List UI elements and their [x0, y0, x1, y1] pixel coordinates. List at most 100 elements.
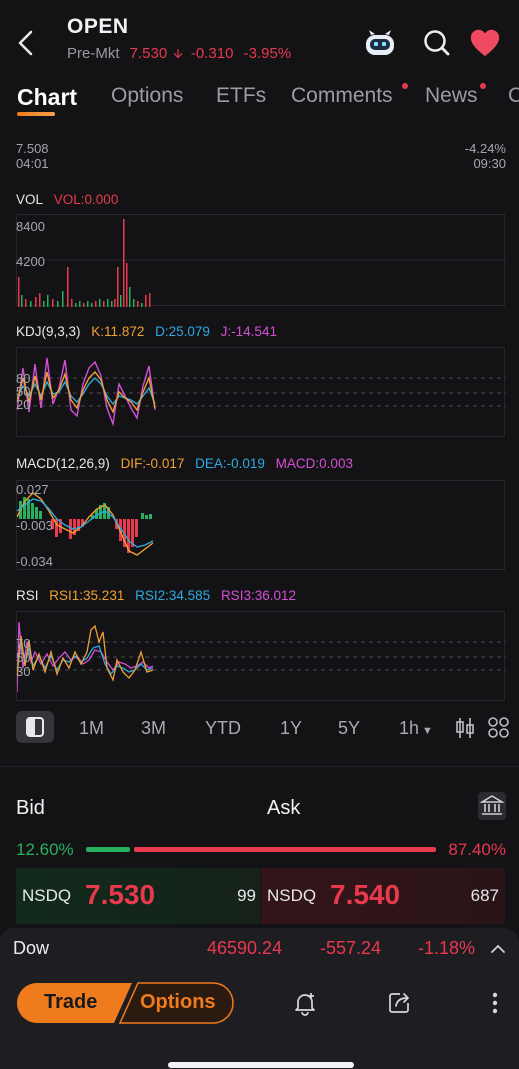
detail-tabs: Chart Options ETFs Comments News C [0, 84, 519, 120]
price-low-value: 7.508 [16, 141, 49, 156]
range-1m[interactable]: 1M [79, 718, 104, 739]
quote-header: OPEN Pre-Mkt 7.530 🡫 -0.310 -3.95% [0, 0, 519, 80]
macd-label: MACD(12,26,9) [16, 456, 110, 471]
bid-size: 99 [237, 886, 256, 905]
down-arrow-icon: 🡫 [173, 46, 183, 61]
ask-exchange: NSDQ [267, 886, 317, 905]
rsi-tick-50: 50 [16, 650, 31, 665]
price-low-pct: -4.24% [464, 141, 506, 156]
rsi-label: RSI [16, 588, 39, 603]
bid-ask-ratio: 12.60% 87.40% [0, 838, 519, 862]
macd-tick-high: 0.027 [16, 482, 49, 497]
range-1h-label: 1h [399, 718, 420, 738]
kdj-d-value: D:25.079 [155, 324, 210, 339]
premarket-price: 7.530 [129, 45, 168, 62]
tab-options[interactable]: Options [111, 84, 183, 108]
back-arrow-icon[interactable] [14, 28, 38, 58]
index-value: 46590.24 [207, 938, 283, 958]
bid-bar [86, 847, 130, 852]
volume-label: VOL [16, 192, 44, 207]
tab-etfs[interactable]: ETFs [216, 84, 266, 108]
tab-more[interactable]: C [508, 84, 519, 108]
trade-button[interactable]: Trade [44, 991, 97, 1014]
more-options-icon[interactable] [486, 990, 504, 1016]
ask-size: 687 [470, 886, 499, 905]
home-indicator [168, 1062, 354, 1068]
premarket-change-pct: -3.95% [243, 45, 292, 62]
ask-pct: 87.40% [448, 840, 506, 859]
macd-macd-value: MACD:0.003 [275, 456, 353, 471]
ask-quote-cell[interactable]: NSDQ 7.540 687 [261, 868, 505, 924]
rsi-tick-70: 70 [16, 636, 31, 651]
active-tab-indicator [17, 112, 55, 116]
comments-badge [402, 83, 408, 89]
kdj-k-line [17, 370, 156, 414]
search-icon[interactable] [420, 26, 454, 60]
chart-start-time: 04:01 [16, 156, 49, 171]
bid-heading: Bid [16, 797, 45, 819]
macd-tick-low: -0.034 [16, 554, 53, 569]
sidebar-toggle-icon[interactable] [16, 711, 54, 743]
macd-chart[interactable] [16, 480, 505, 570]
premarket-quote: Pre-Mkt 7.530 🡫 -0.310 -3.95% [67, 45, 297, 67]
exchange-bank-icon[interactable] [478, 792, 506, 820]
kdj-k-value: K:11.872 [91, 324, 145, 339]
chevron-up-icon[interactable] [488, 939, 508, 959]
rsi1-value: RSI1:35.231 [49, 588, 125, 603]
ticker-symbol: OPEN [67, 15, 129, 38]
bid-exchange: NSDQ [22, 886, 72, 905]
macd-dif-value: DIF:-0.017 [120, 456, 185, 471]
index-change-pct: -1.18% [418, 938, 476, 958]
bid-ask-ratio-bar [86, 847, 436, 852]
volume-tick-mid: 4200 [16, 254, 45, 269]
rsi-tick-30: 30 [16, 664, 31, 679]
watchlist-heart-icon[interactable] [468, 26, 502, 60]
tab-chart[interactable]: Chart [17, 84, 77, 111]
level1-quote-row: NSDQ 7.530 99 NSDQ 7.540 687 [16, 868, 505, 924]
price-alert-bell-icon[interactable] [292, 990, 318, 1016]
rsi2-value: RSI2:34.585 [135, 588, 211, 603]
kdj-j-line [17, 357, 156, 427]
macd-dea-value: DEA:-0.019 [195, 456, 265, 471]
tab-news[interactable]: News [425, 84, 478, 108]
time-range-selector: 1M 3M YTD 1Y 5Y 1h ▼ [0, 708, 519, 746]
bid-quote-cell[interactable]: NSDQ 7.530 99 [16, 868, 260, 924]
ask-bar [134, 847, 436, 852]
share-icon[interactable] [387, 990, 413, 1016]
volume-tick-high: 8400 [16, 219, 45, 234]
news-badge [480, 83, 486, 89]
tab-comments[interactable]: Comments [291, 84, 393, 108]
volume-legend: VOL VOL:0.000 [16, 192, 125, 207]
robot-assistant-icon[interactable] [363, 26, 397, 60]
macd-tick-mid: -0.003 [16, 518, 53, 533]
kdj-label: KDJ(9,3,3) [16, 324, 81, 339]
indicator-grid-icon[interactable] [487, 716, 511, 740]
trade-options-buttons: Trade Options [16, 982, 234, 1024]
range-5y[interactable]: 5Y [338, 718, 360, 739]
bid-pct: 12.60% [16, 840, 74, 859]
premarket-change: -0.310 [190, 45, 234, 62]
kdj-tick-20: 20 [16, 397, 31, 412]
index-change: -557.24 [320, 938, 382, 958]
volume-value: VOL:0.000 [53, 192, 119, 207]
kdj-chart[interactable] [16, 347, 506, 437]
kdj-legend: KDJ(9,3,3) K:11.872 D:25.079 J:-14.541 [16, 324, 284, 339]
range-1y[interactable]: 1Y [280, 718, 302, 739]
volume-chart[interactable] [16, 214, 506, 307]
candlestick-type-icon[interactable] [453, 716, 477, 740]
rsi1-line [17, 624, 154, 682]
bid-price: 7.530 [85, 879, 156, 910]
range-ytd[interactable]: YTD [205, 718, 241, 739]
section-divider [0, 766, 519, 767]
rsi-chart[interactable] [16, 611, 506, 701]
macd-legend: MACD(12,26,9) DIF:-0.017 DEA:-0.019 MACD… [16, 456, 360, 471]
chart-end-time: 09:30 [473, 156, 506, 171]
options-button[interactable]: Options [140, 991, 216, 1014]
range-1h[interactable]: 1h ▼ [399, 718, 433, 739]
rsi3-value: RSI3:36.012 [220, 588, 296, 603]
chevron-down-icon: ▼ [422, 725, 433, 737]
index-name[interactable]: Dow [13, 938, 49, 959]
ask-heading: Ask [267, 797, 301, 819]
session-label: Pre-Mkt [67, 45, 120, 62]
range-3m[interactable]: 3M [141, 718, 166, 739]
